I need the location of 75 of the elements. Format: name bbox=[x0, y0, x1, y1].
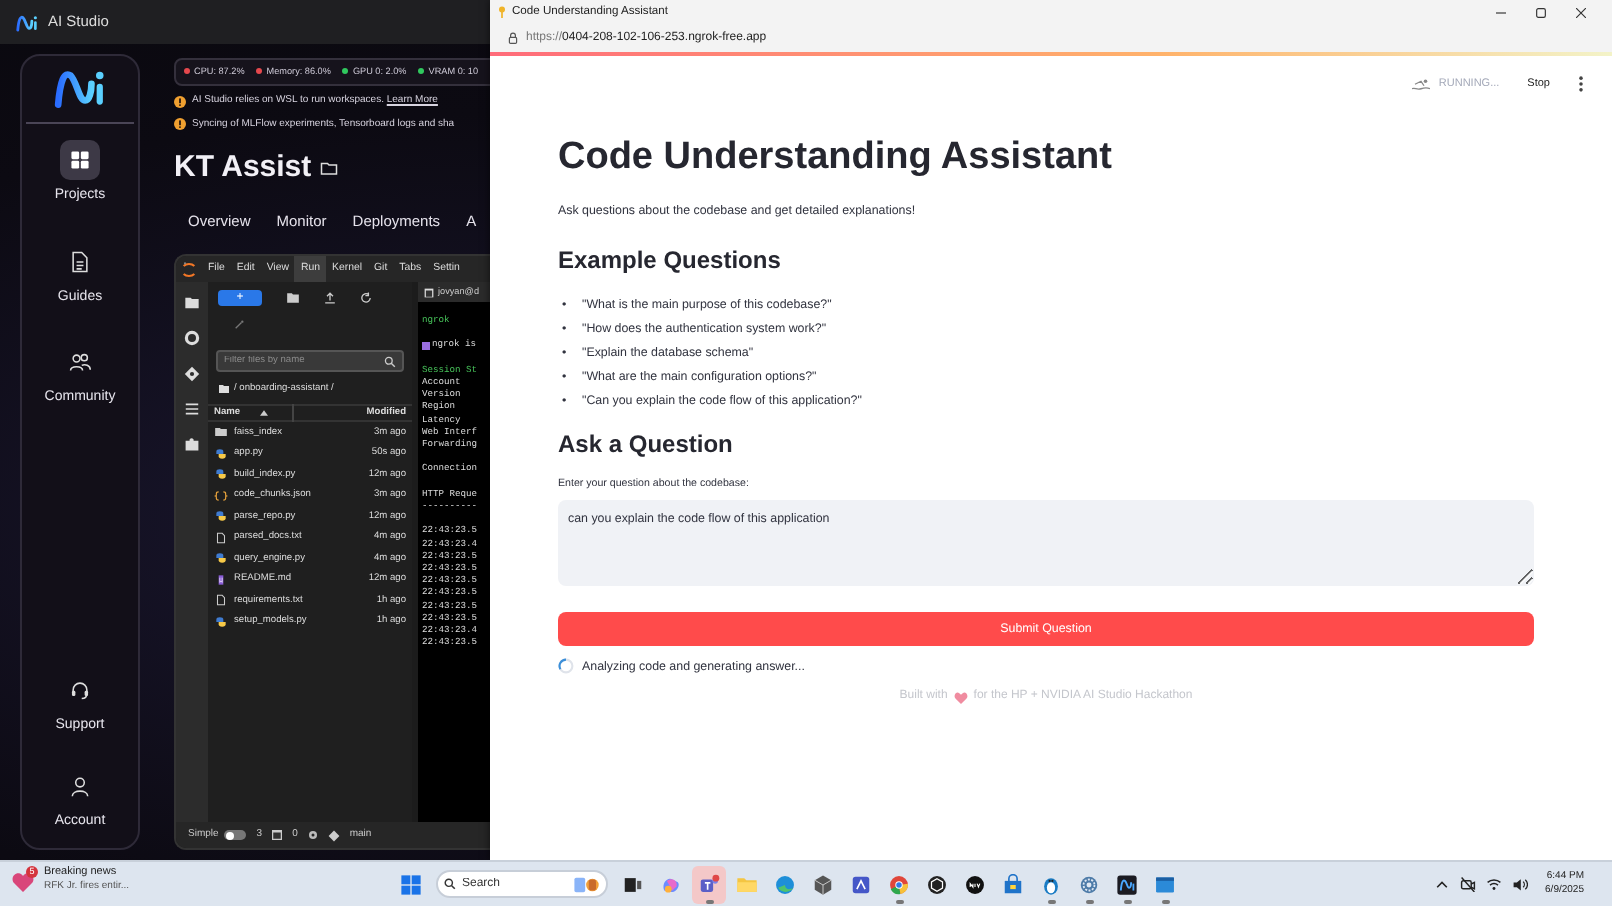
python-icon bbox=[214, 510, 228, 523]
python-icon bbox=[214, 552, 228, 565]
wifi-icon[interactable] bbox=[1485, 876, 1502, 892]
wand-icon bbox=[234, 320, 244, 330]
gear-icon bbox=[1078, 873, 1100, 895]
key-icon bbox=[498, 6, 506, 18]
folder-icon bbox=[319, 160, 338, 176]
circle-icon[interactable] bbox=[184, 330, 200, 346]
swirl-icon bbox=[660, 873, 682, 895]
file-icon bbox=[214, 594, 228, 607]
project-title: KT Assist bbox=[174, 150, 312, 186]
file-icon bbox=[214, 531, 228, 544]
close-button[interactable] bbox=[1576, 7, 1586, 17]
git-icon bbox=[327, 829, 340, 841]
maximize-button[interactable] bbox=[1536, 7, 1546, 17]
bag-icon bbox=[1002, 873, 1024, 895]
new-folder-icon[interactable] bbox=[286, 292, 300, 304]
spinner-icon bbox=[558, 658, 574, 675]
jupyter-logo-icon bbox=[182, 261, 196, 277]
section-heading: Ask a Question bbox=[558, 430, 735, 460]
heart-icon bbox=[953, 691, 968, 704]
section-heading: Example Questions bbox=[558, 246, 783, 275]
braces-icon bbox=[214, 489, 228, 502]
swimmer-icon bbox=[1412, 77, 1431, 91]
wave-icon bbox=[774, 873, 796, 895]
task-view-icon bbox=[622, 873, 644, 895]
window-icon bbox=[1154, 873, 1176, 895]
upload-icon[interactable] bbox=[324, 292, 336, 304]
document-icon bbox=[68, 249, 92, 273]
start-icon bbox=[400, 873, 422, 895]
python-icon bbox=[214, 447, 228, 460]
list-icon[interactable] bbox=[184, 402, 200, 416]
folder-icon bbox=[214, 426, 228, 439]
search-icon bbox=[384, 355, 396, 367]
chevron-icon[interactable] bbox=[1433, 876, 1450, 892]
warning-icon bbox=[174, 118, 186, 131]
chrome-icon bbox=[888, 873, 910, 895]
terminal-icon bbox=[424, 287, 434, 297]
highlight-icon bbox=[574, 875, 600, 893]
mode-toggle[interactable] bbox=[224, 830, 247, 840]
app-logo-icon bbox=[1116, 873, 1138, 895]
search-icon bbox=[444, 878, 456, 890]
puzzle-icon[interactable] bbox=[184, 436, 200, 452]
logo-icon bbox=[54, 66, 106, 110]
camera-off-icon[interactable] bbox=[1459, 876, 1476, 892]
menu-icon[interactable] bbox=[1578, 76, 1584, 92]
people-icon bbox=[698, 873, 720, 895]
minimize-button[interactable] bbox=[1496, 7, 1506, 17]
news-icon bbox=[12, 872, 34, 892]
python-icon bbox=[214, 468, 228, 481]
volume-icon[interactable] bbox=[1511, 876, 1528, 892]
circle-icon bbox=[964, 873, 986, 895]
square-icon bbox=[422, 342, 430, 351]
refresh-icon[interactable] bbox=[360, 292, 372, 304]
caret-icon bbox=[260, 410, 269, 417]
square-app-icon bbox=[850, 873, 872, 895]
git-icon[interactable] bbox=[184, 366, 200, 382]
grid-icon bbox=[68, 148, 92, 172]
lock-icon bbox=[508, 32, 518, 44]
headset-icon bbox=[68, 678, 92, 702]
folder-icon bbox=[736, 873, 758, 895]
person-icon bbox=[68, 773, 92, 797]
folder-icon[interactable] bbox=[184, 296, 200, 310]
penguin-icon bbox=[1040, 873, 1062, 895]
gear-icon bbox=[307, 830, 318, 840]
terminal-icon bbox=[272, 830, 283, 840]
cube-icon bbox=[926, 873, 948, 895]
python-icon bbox=[214, 615, 228, 628]
warning-icon bbox=[174, 95, 186, 108]
cube-icon bbox=[812, 873, 834, 895]
logo-icon bbox=[16, 13, 38, 31]
page-title: Code Understanding Assistant bbox=[558, 136, 1114, 182]
folder-icon bbox=[218, 384, 230, 395]
people-icon bbox=[68, 350, 92, 374]
markdown-icon bbox=[214, 573, 228, 586]
